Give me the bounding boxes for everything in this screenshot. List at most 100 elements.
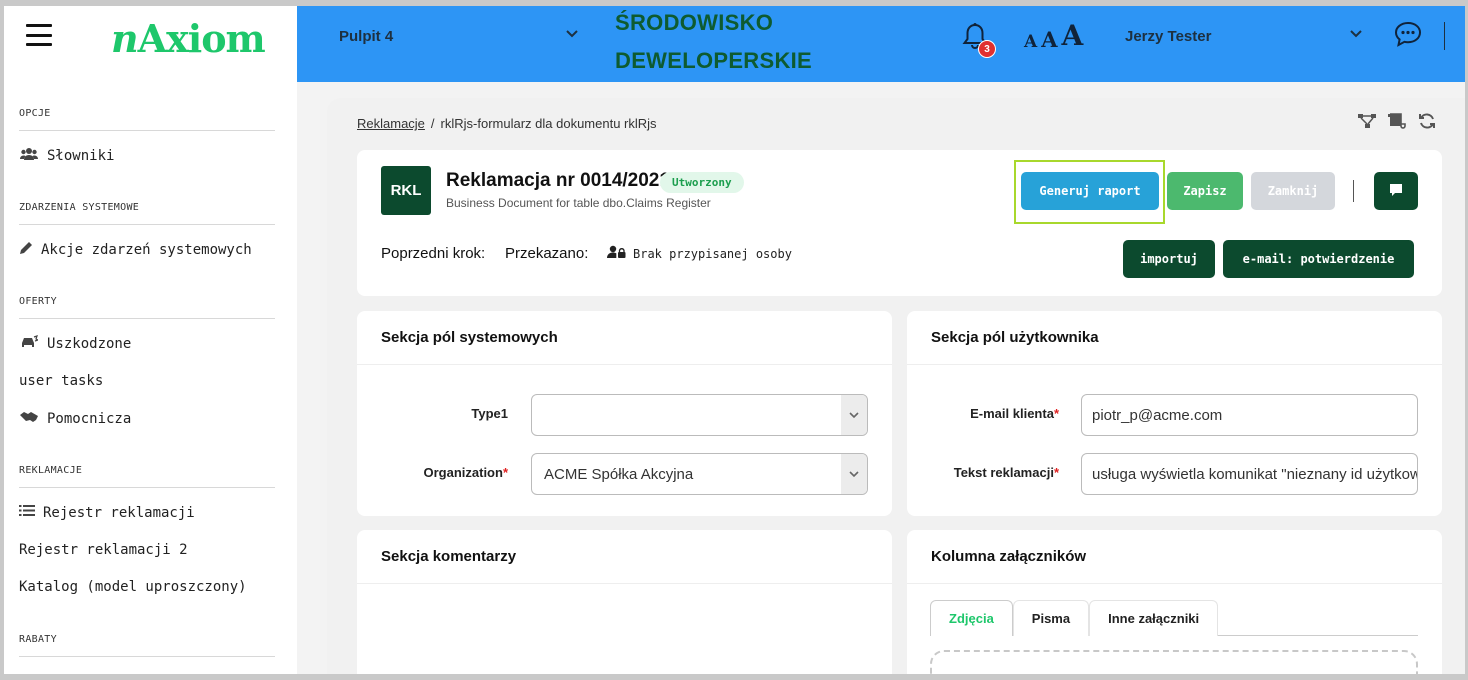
scroll-document-icon[interactable]: [1387, 112, 1407, 130]
save-button[interactable]: Zapisz: [1167, 172, 1243, 210]
sidebar-heading-zdarzenia: ZDARZENIA SYSTEMOWE: [19, 202, 140, 213]
sidebar: nAxiom OPCJE Słowniki ZDARZENIA SYSTEMOW…: [4, 6, 297, 674]
field-label-organization: Organization*: [423, 465, 508, 480]
divider: [19, 656, 275, 657]
tab-zdjecia[interactable]: Zdjęcia: [930, 600, 1013, 636]
sidebar-header: nAxiom: [4, 6, 297, 82]
chat-bubble-icon[interactable]: [1394, 21, 1422, 47]
divider: [357, 583, 892, 584]
section-title: Kolumna załączników: [931, 548, 1087, 565]
sidebar-item-label: Rejestr reklamacji: [43, 504, 195, 521]
file-dropzone[interactable]: [930, 650, 1418, 674]
breadcrumb-link-reklamacje[interactable]: Reklamacje: [357, 116, 425, 131]
sidebar-heading-reklamacje: REKLAMACJE: [19, 465, 83, 476]
chevron-down-icon[interactable]: [1349, 26, 1363, 44]
workflow-diagram-icon[interactable]: [1357, 112, 1377, 130]
generate-report-button[interactable]: Generuj raport: [1021, 172, 1159, 210]
main-content: Reklamacje / rklRjs-formularz dla dokument…: [327, 98, 1465, 674]
divider: [357, 364, 892, 365]
customer-email-field[interactable]: piotr_p@acme.com: [1081, 394, 1418, 436]
sidebar-heading-oferty: OFERTY: [19, 296, 57, 307]
sidebar-item-rejestr-reklamacji[interactable]: Rejestr reklamacji: [19, 504, 195, 521]
comment-button[interactable]: [1374, 172, 1418, 210]
sidebar-heading-opcje: OPCJE: [19, 108, 51, 119]
hamburger-menu-icon[interactable]: [26, 24, 52, 46]
field-label-email: E-mail klienta*: [970, 406, 1059, 421]
sidebar-item-pomocnicza[interactable]: Pomocnicza: [19, 410, 131, 428]
sidebar-item-akcje-zdarzen[interactable]: Akcje zdarzeń systemowych: [19, 241, 252, 259]
status-badge: Utworzony: [660, 172, 744, 193]
field-label-complaint-text: Tekst reklamacji*: [953, 465, 1059, 480]
chevron-down-icon[interactable]: [565, 26, 579, 44]
font-size-large[interactable]: A: [1062, 19, 1084, 52]
pencil-icon: [19, 241, 33, 259]
sidebar-item-label: Katalog (model uproszczony): [19, 579, 247, 595]
section-title: Sekcja komentarzy: [381, 548, 517, 565]
system-fields-section: Sekcja pól systemowych Type1 Organizatio…: [357, 311, 892, 516]
sidebar-item-label: Uszkodzone: [47, 336, 132, 352]
environment-label: ŚRODOWISKO DEWELOPERSKIE: [615, 10, 813, 73]
breadcrumb-current: rklRjs-formularz dla dokumentu rklRjs: [440, 116, 657, 131]
tab-inne-zalaczniki[interactable]: Inne załączniki: [1089, 600, 1219, 636]
document-subtitle: Business Document for table dbo.Claims R…: [446, 196, 711, 210]
divider: [907, 364, 1442, 365]
top-bar: Pulpit 4 ŚRODOWISKO DEWELOPERSKIE 3 A A …: [297, 6, 1465, 82]
tab-pisma[interactable]: Pisma: [1012, 600, 1090, 636]
breadcrumb-separator: /: [430, 116, 435, 131]
user-name[interactable]: Jerzy Tester: [1125, 28, 1211, 45]
organization-select[interactable]: ACME Spółka Akcyjna: [531, 453, 868, 495]
sidebar-item-uszkodzone[interactable]: Uszkodzone: [19, 335, 131, 353]
type1-select[interactable]: [531, 394, 868, 436]
divider: [19, 487, 275, 488]
dashboard-selector[interactable]: Pulpit 4: [339, 28, 393, 45]
font-size-switcher[interactable]: A A A: [1024, 19, 1084, 52]
car-crash-icon: [19, 335, 40, 353]
handshake-icon: [19, 410, 39, 428]
refresh-icon[interactable]: [1417, 112, 1437, 130]
divider: [1444, 22, 1445, 50]
section-title: Sekcja pól systemowych: [381, 329, 558, 346]
font-size-small[interactable]: A: [1024, 32, 1037, 52]
chevron-down-icon: [841, 454, 867, 494]
breadcrumb: Reklamacje / rklRjs-formularz dla dokument…: [357, 116, 657, 131]
document-title: Reklamacja nr 0014/2021: [446, 170, 670, 191]
field-label-type1: Type1: [471, 406, 508, 421]
divider: [19, 224, 275, 225]
user-fields-section: Sekcja pól użytkownika E-mail klienta* p…: [907, 311, 1442, 516]
divider: [907, 583, 1442, 584]
assignee: Brak przypisanej osoby: [607, 245, 792, 262]
complaint-text-field[interactable]: usługa wyświetla komunikat "nieznany id …: [1081, 453, 1418, 495]
sidebar-item-slowniki[interactable]: Słowniki: [19, 147, 114, 165]
sidebar-item-katalog[interactable]: Katalog (model uproszczony): [19, 579, 247, 595]
close-button[interactable]: Zamknij: [1251, 172, 1335, 210]
divider: [1353, 180, 1354, 202]
document-header-card: RKL Reklamacja nr 0014/2021 Utworzony Bu…: [357, 150, 1442, 296]
attachments-section: Kolumna załączników Zdjęcia Pisma Inne z…: [907, 530, 1442, 674]
document-type-badge: RKL: [381, 166, 431, 215]
logo[interactable]: nAxiom: [111, 16, 266, 61]
user-lock-icon: [607, 245, 627, 262]
import-button[interactable]: importuj: [1123, 240, 1215, 278]
sidebar-item-label: Akcje zdarzeń systemowych: [41, 242, 252, 258]
email-confirmation-button[interactable]: e-mail: potwierdzenie: [1223, 240, 1414, 278]
assignee-text: Brak przypisanej osoby: [633, 246, 792, 261]
font-size-medium[interactable]: A: [1041, 27, 1057, 52]
comments-section: Sekcja komentarzy: [357, 530, 892, 674]
sidebar-item-rejestr-reklamacji-2[interactable]: Rejestr reklamacji 2: [19, 542, 188, 558]
sidebar-heading-rabaty: RABATY: [19, 634, 57, 645]
chevron-down-icon: [841, 395, 867, 435]
sidebar-item-label: Rejestr reklamacji 2: [19, 542, 188, 558]
list-icon: [19, 504, 35, 521]
section-title: Sekcja pól użytkownika: [931, 329, 1099, 346]
comment-icon: [1389, 183, 1403, 200]
attachment-tabs: Zdjęcia Pisma Inne załączniki: [930, 600, 1418, 636]
sidebar-item-user-tasks[interactable]: user tasks: [19, 373, 103, 389]
sidebar-item-label: Pomocnicza: [47, 411, 132, 427]
notification-count-badge: 3: [978, 40, 996, 58]
previous-step-label: Poprzedni krok:: [381, 245, 486, 262]
users-icon: [19, 147, 39, 165]
divider: [19, 318, 275, 319]
passed-to-label: Przekazano:: [505, 245, 589, 262]
sidebar-item-label: Słowniki: [47, 148, 115, 164]
divider: [19, 130, 275, 131]
